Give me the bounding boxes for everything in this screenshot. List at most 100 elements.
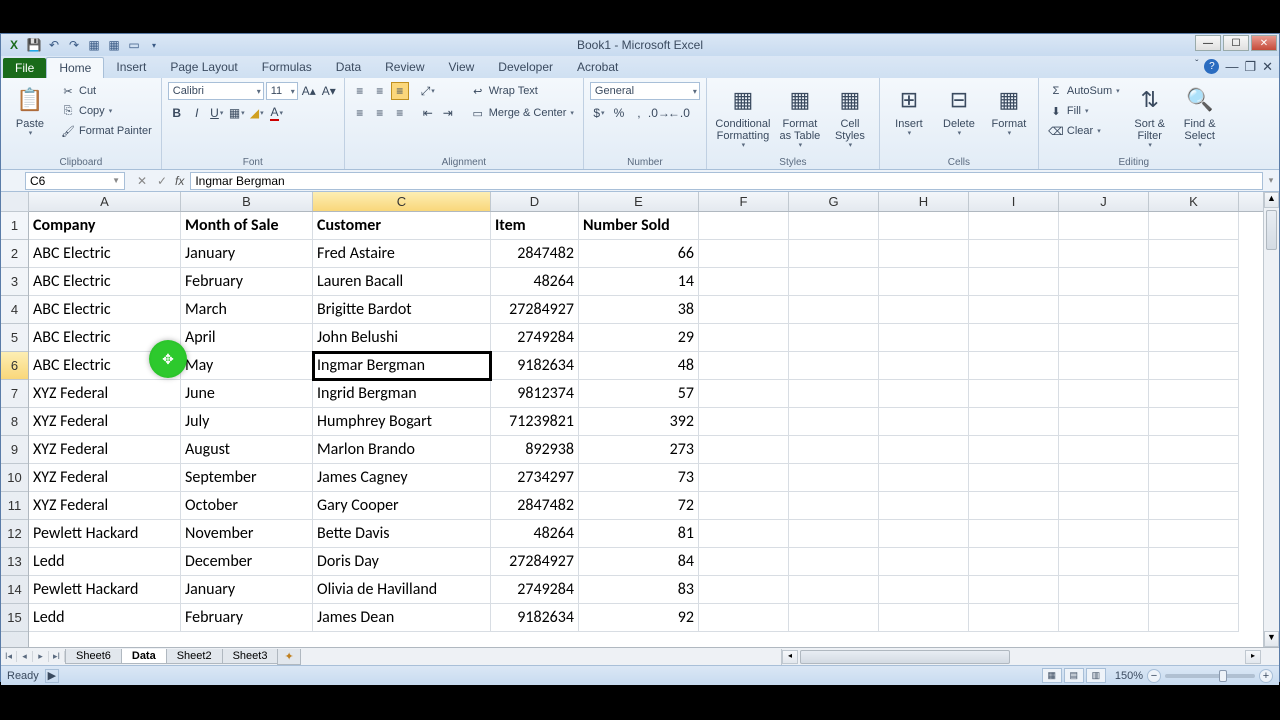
align-bottom-icon[interactable]: ≡ — [391, 82, 409, 100]
row-header-1[interactable]: 1 — [1, 212, 28, 240]
cell[interactable]: 57 — [579, 380, 699, 408]
tab-view[interactable]: View — [437, 57, 487, 78]
sheet-tab-data[interactable]: Data — [121, 649, 167, 664]
percent-icon[interactable]: % — [610, 104, 628, 122]
italic-button[interactable]: I — [188, 104, 206, 122]
cell[interactable]: 29 — [579, 324, 699, 352]
sheet-prev-icon[interactable]: ◂ — [17, 651, 33, 662]
cell[interactable]: Doris Day — [313, 548, 491, 576]
cell[interactable]: 2749284 — [491, 576, 579, 604]
cell[interactable] — [699, 408, 789, 436]
cell[interactable] — [879, 352, 969, 380]
cell-styles-button[interactable]: ▦Cell Styles▾ — [827, 82, 873, 152]
qat-extra-1-icon[interactable]: ▦ — [85, 37, 103, 53]
cell[interactable] — [969, 380, 1059, 408]
zoom-slider[interactable] — [1165, 674, 1255, 678]
normal-view-icon[interactable]: ▦ — [1042, 668, 1062, 683]
cell[interactable] — [969, 240, 1059, 268]
cell[interactable] — [1059, 492, 1149, 520]
cell[interactable]: 392 — [579, 408, 699, 436]
cell[interactable]: February — [181, 268, 313, 296]
orientation-icon[interactable]: ⤢▾ — [419, 82, 437, 100]
cell[interactable]: 27284927 — [491, 296, 579, 324]
cell[interactable] — [969, 548, 1059, 576]
cell[interactable] — [699, 492, 789, 520]
expand-formula-icon[interactable]: ▾ — [1263, 175, 1279, 186]
increase-indent-icon[interactable]: ⇥ — [439, 104, 457, 122]
cell[interactable] — [699, 380, 789, 408]
tab-home[interactable]: Home — [46, 57, 104, 78]
column-header-D[interactable]: D — [491, 192, 579, 211]
cell[interactable]: November — [181, 520, 313, 548]
cell[interactable]: Bette Davis — [313, 520, 491, 548]
cell[interactable] — [879, 492, 969, 520]
format-as-table-button[interactable]: ▦Format as Table▾ — [777, 82, 823, 152]
cell[interactable]: March — [181, 296, 313, 324]
tab-insert[interactable]: Insert — [104, 57, 158, 78]
fill-color-button[interactable]: ◢▾ — [248, 104, 266, 122]
autosum-button[interactable]: ΣAutoSum▾ — [1045, 82, 1123, 100]
row-header-3[interactable]: 3 — [1, 268, 28, 296]
cell[interactable]: Lauren Bacall — [313, 268, 491, 296]
scroll-left-icon[interactable]: ◂ — [782, 650, 798, 664]
formula-input[interactable]: Ingmar Bergman — [190, 172, 1263, 190]
row-header-8[interactable]: 8 — [1, 408, 28, 436]
tab-page-layout[interactable]: Page Layout — [158, 57, 249, 78]
cancel-formula-icon[interactable]: ✕ — [133, 174, 151, 188]
cell[interactable]: Fred Astaire — [313, 240, 491, 268]
column-header-G[interactable]: G — [789, 192, 879, 211]
cell[interactable] — [1149, 604, 1239, 632]
cell[interactable]: 9182634 — [491, 352, 579, 380]
cell[interactable]: September — [181, 464, 313, 492]
cell[interactable] — [789, 604, 879, 632]
cell[interactable] — [1059, 212, 1149, 240]
tab-formulas[interactable]: Formulas — [250, 57, 324, 78]
cell[interactable]: 92 — [579, 604, 699, 632]
cell[interactable]: 72 — [579, 492, 699, 520]
cell[interactable] — [1149, 380, 1239, 408]
increase-font-icon[interactable]: A▴ — [300, 82, 318, 100]
page-break-view-icon[interactable]: ▥ — [1086, 668, 1106, 683]
align-left-icon[interactable]: ≡ — [351, 104, 369, 122]
name-box-dropdown-icon[interactable]: ▼ — [112, 176, 120, 185]
hscroll-thumb[interactable] — [800, 650, 1010, 664]
cell[interactable] — [1149, 492, 1239, 520]
sheet-tab-sheet3[interactable]: Sheet3 — [222, 649, 279, 664]
cell[interactable] — [1059, 604, 1149, 632]
cell[interactable] — [1149, 464, 1239, 492]
cell[interactable]: Ledd — [29, 604, 181, 632]
cell[interactable] — [1149, 324, 1239, 352]
cell[interactable] — [699, 576, 789, 604]
cell[interactable]: 66 — [579, 240, 699, 268]
cell[interactable] — [789, 492, 879, 520]
cell[interactable] — [1149, 240, 1239, 268]
cell[interactable]: 73 — [579, 464, 699, 492]
cell[interactable]: Item — [491, 212, 579, 240]
cell[interactable] — [699, 604, 789, 632]
fill-button[interactable]: ⬇Fill▾ — [1045, 102, 1123, 120]
zoom-in-button[interactable]: + — [1259, 669, 1273, 683]
cell[interactable]: 84 — [579, 548, 699, 576]
align-right-icon[interactable]: ≡ — [391, 104, 409, 122]
select-all-corner[interactable] — [1, 192, 29, 212]
cell[interactable] — [1149, 576, 1239, 604]
cell[interactable] — [969, 492, 1059, 520]
row-header-12[interactable]: 12 — [1, 520, 28, 548]
cell[interactable]: 273 — [579, 436, 699, 464]
cell[interactable]: XYZ Federal — [29, 408, 181, 436]
column-header-I[interactable]: I — [969, 192, 1059, 211]
cell[interactable]: James Dean — [313, 604, 491, 632]
horizontal-scrollbar[interactable]: ◂ ▸ — [781, 649, 1261, 665]
cell[interactable] — [1059, 296, 1149, 324]
cell[interactable] — [1059, 576, 1149, 604]
cell[interactable]: 9812374 — [491, 380, 579, 408]
cell[interactable]: Olivia de Havilland — [313, 576, 491, 604]
zoom-level[interactable]: 150% — [1115, 670, 1143, 682]
cell[interactable] — [969, 324, 1059, 352]
decrease-indent-icon[interactable]: ⇤ — [419, 104, 437, 122]
cell[interactable] — [789, 464, 879, 492]
cell[interactable] — [699, 212, 789, 240]
align-top-icon[interactable]: ≡ — [351, 82, 369, 100]
format-cells-button[interactable]: ▦Format▾ — [986, 82, 1032, 140]
sheet-tab-sheet6[interactable]: Sheet6 — [65, 649, 122, 664]
